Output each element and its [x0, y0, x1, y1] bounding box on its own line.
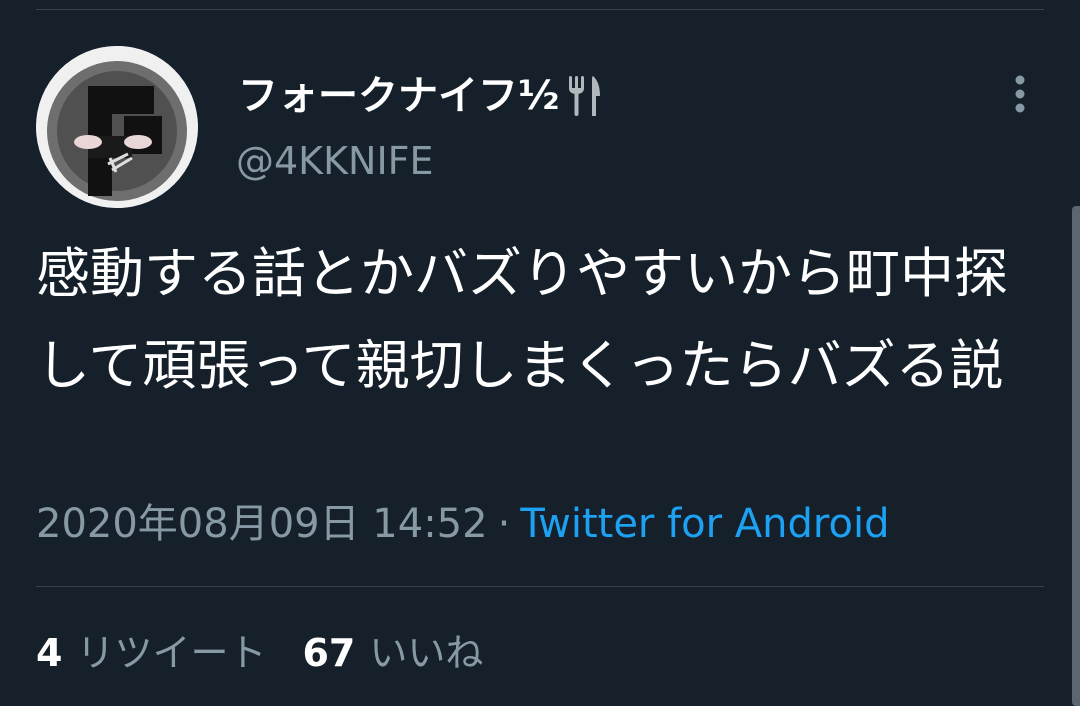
display-name[interactable]: フォークナイフ½	[238, 68, 603, 124]
stats-divider	[36, 586, 1044, 587]
meta-separator: ·	[497, 501, 511, 547]
tweet-meta: 2020年08月09日 14:52 · Twitter for Android	[36, 496, 889, 552]
avatar-image	[36, 46, 198, 208]
display-name-text: フォークナイフ½	[238, 73, 560, 119]
tweet-stats: 4 リツイート 67 いいね	[36, 626, 519, 680]
avatar[interactable]	[36, 46, 198, 208]
fork-and-knife-icon	[567, 74, 603, 118]
more-options-icon[interactable]	[1004, 70, 1036, 118]
tweet-timestamp[interactable]: 2020年08月09日 14:52	[36, 501, 488, 547]
retweets-stat[interactable]: 4 リツイート	[36, 631, 266, 675]
likes-count: 67	[302, 631, 356, 675]
scrollbar[interactable]	[1072, 206, 1080, 706]
tweet-text: 感動する話とかバズりやすいから町中探して頑張って親切しまくったらバズる説	[36, 242, 1008, 397]
likes-stat[interactable]: 67 いいね	[302, 631, 483, 675]
retweets-label: リツイート	[76, 631, 267, 675]
retweets-count: 4	[36, 631, 63, 675]
user-handle[interactable]: @4KKNIFE	[236, 136, 434, 186]
likes-label: いいね	[369, 631, 484, 675]
top-divider	[36, 9, 1044, 10]
tweet-source-link[interactable]: Twitter for Android	[520, 501, 889, 547]
